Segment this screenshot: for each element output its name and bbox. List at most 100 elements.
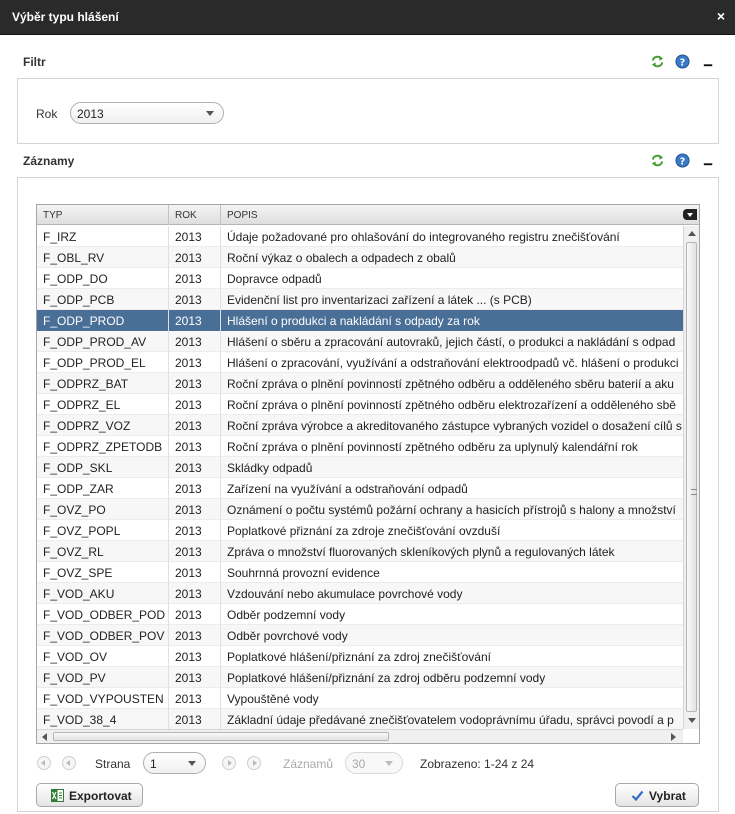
cell-typ: F_OBL_RV — [37, 247, 169, 268]
column-header-popis[interactable]: POPIS — [221, 205, 683, 225]
table-row[interactable]: F_OVZ_SPE 2013 Souhrnná provozní evidence — [37, 562, 683, 583]
table-row[interactable]: F_VOD_ODBER_POV 2013 Odběr povrchové vody — [37, 625, 683, 646]
cell-typ: F_VOD_AKU — [37, 583, 169, 604]
table-row[interactable]: F_ODP_PROD 2013 Hlášení o produkci a naklá… — [37, 310, 683, 331]
last-page-button[interactable] — [247, 756, 261, 770]
first-page-button[interactable] — [37, 756, 51, 770]
table-row[interactable]: F_ODP_ZAR 2013 Zařízení na využívání a ods… — [37, 478, 683, 499]
table-row[interactable]: F_VOD_38_4 2013 Základní údaje předávané z… — [37, 709, 683, 730]
cell-rok: 2013 — [169, 604, 221, 625]
cell-typ: F_ODP_PCB — [37, 289, 169, 310]
next-page-button[interactable] — [222, 756, 236, 770]
table-row[interactable]: F_ODPRZ_VOZ 2013 Roční zpráva výrobce a ak… — [37, 415, 683, 436]
table-row[interactable]: F_ODPRZ_EL 2013 Roční zpráva o plnění povi… — [37, 394, 683, 415]
displayed-count: Zobrazeno: 1-24 z 24 — [420, 757, 535, 771]
cell-typ: F_ODP_PROD_AV — [37, 331, 169, 352]
cell-rok: 2013 — [169, 646, 221, 667]
cell-typ: F_ODP_ZAR — [37, 478, 169, 499]
chevron-down-icon[interactable] — [206, 111, 214, 116]
rok-select-value: 2013 — [77, 107, 104, 121]
table-row[interactable]: F_ODP_PCB 2013 Evidenční list pro inventar… — [37, 289, 683, 310]
export-button-label: Exportovat — [69, 789, 132, 803]
export-button[interactable]: Exportovat — [36, 783, 143, 807]
minimize-icon[interactable] — [701, 54, 716, 69]
filter-panel: Rok 2013 — [17, 78, 719, 144]
vertical-scroll-thumb[interactable] — [686, 242, 697, 712]
last-page-icon — [253, 760, 257, 766]
grid-header: TYP ROK POPIS — [37, 205, 699, 225]
table-row[interactable]: F_OBL_RV 2013 Roční výkaz o obalech a odpa… — [37, 247, 683, 268]
excel-icon — [51, 789, 64, 802]
help-icon[interactable]: ? — [675, 54, 690, 69]
cell-popis: Roční zpráva výrobce a akreditovaného zá… — [227, 419, 682, 433]
cell-popis: Poplatkové přiznání za zdroje znečišťová… — [227, 524, 501, 538]
cell-popis: Roční zpráva o plnění povinností zpětnéh… — [227, 398, 676, 412]
select-button[interactable]: Vybrat — [615, 783, 699, 807]
table-row[interactable]: F_ODP_PROD_AV 2013 Hlášení o sběru a zprac… — [37, 331, 683, 352]
chevron-down-icon[interactable] — [188, 761, 196, 766]
scroll-down-icon[interactable] — [688, 718, 696, 723]
cell-popis: Poplatkové hlášení/přiznání za zdroj zne… — [227, 650, 491, 664]
cell-popis: Souhrnná provozní evidence — [227, 566, 380, 580]
table-row[interactable]: F_VOD_ODBER_POD 2013 Odběr podzemní vody — [37, 604, 683, 625]
horizontal-scroll-thumb[interactable] — [53, 732, 389, 741]
page-input[interactable]: 1 — [143, 752, 206, 774]
chevron-down-icon[interactable] — [385, 761, 393, 766]
cell-typ: F_VOD_OV — [37, 646, 169, 667]
cell-popis: Skládky odpadů — [227, 461, 313, 475]
page-label: Strana — [95, 757, 131, 771]
filter-header: Filtr ? — [17, 51, 719, 73]
table-row[interactable]: F_ODP_PROD_EL 2013 Hlášení o zpracování, v… — [37, 352, 683, 373]
cell-rok: 2013 — [169, 310, 221, 331]
help-icon[interactable]: ? — [675, 153, 690, 168]
cell-typ: F_OVZ_SPE — [37, 562, 169, 583]
scroll-right-icon[interactable] — [671, 733, 676, 741]
scroll-up-icon[interactable] — [688, 231, 696, 236]
cell-popis: Hlášení o zpracování, využívání a odstra… — [227, 356, 679, 370]
cell-typ: F_VOD_ODBER_POV — [37, 625, 169, 646]
cell-popis: Údaje požadované pro ohlašování do integ… — [227, 230, 620, 244]
column-header-typ[interactable]: TYP — [37, 205, 169, 225]
cell-popis: Odběr podzemní vody — [227, 608, 346, 622]
next-page-icon — [228, 760, 232, 766]
cell-typ: F_ODP_DO — [37, 268, 169, 289]
cell-typ: F_ODPRZ_ZPETODB — [37, 436, 169, 457]
table-row[interactable]: F_ODP_DO 2013 Dopravce odpadů — [37, 268, 683, 289]
svg-text:?: ? — [680, 156, 685, 167]
rok-label: Rok — [36, 107, 58, 121]
vertical-scrollbar[interactable] — [683, 226, 699, 729]
records-per-page-select[interactable]: 30 — [345, 752, 403, 774]
cell-rok: 2013 — [169, 352, 221, 373]
cell-typ: F_OVZ_RL — [37, 541, 169, 562]
column-menu-icon[interactable] — [683, 209, 697, 220]
cell-rok: 2013 — [169, 541, 221, 562]
column-header-rok[interactable]: ROK — [169, 205, 221, 225]
table-row[interactable]: F_ODPRZ_ZPETODB 2013 Roční zpráva o plnění… — [37, 436, 683, 457]
table-row[interactable]: F_VOD_PV 2013 Poplatkové hlášení/přiznání … — [37, 667, 683, 688]
refresh-icon[interactable] — [650, 153, 665, 168]
cell-rok: 2013 — [169, 226, 221, 247]
horizontal-scrollbar[interactable] — [37, 729, 683, 743]
cell-rok: 2013 — [169, 415, 221, 436]
prev-page-button[interactable] — [62, 756, 76, 770]
table-row[interactable]: F_VOD_OV 2013 Poplatkové hlášení/přiznání … — [37, 646, 683, 667]
table-row[interactable]: F_OVZ_POPL 2013 Poplatkové přiznání za zdr… — [37, 520, 683, 541]
table-row[interactable]: F_OVZ_PO 2013 Oznámení o počtu systémů pož… — [37, 499, 683, 520]
refresh-icon[interactable] — [650, 54, 665, 69]
svg-text:?: ? — [680, 57, 685, 68]
close-icon[interactable]: × — [717, 8, 725, 24]
scroll-left-icon[interactable] — [42, 733, 47, 741]
rok-select[interactable]: 2013 — [70, 102, 224, 124]
cell-popis: Oznámení o počtu systémů požární ochrany… — [227, 503, 676, 517]
table-row[interactable]: F_ODP_SKL 2013 Skládky odpadů — [37, 457, 683, 478]
table-row[interactable]: F_IRZ 2013 Údaje požadované pro ohlašování… — [37, 226, 683, 247]
minimize-icon[interactable] — [701, 153, 716, 168]
table-row[interactable]: F_ODPRZ_BAT 2013 Roční zpráva o plnění pov… — [37, 373, 683, 394]
cell-typ: F_ODPRZ_BAT — [37, 373, 169, 394]
cell-popis: Roční zpráva o plnění povinností zpětnéh… — [227, 377, 674, 391]
table-row[interactable]: F_OVZ_RL 2013 Zpráva o množství fluorovaný… — [37, 541, 683, 562]
cell-rok: 2013 — [169, 457, 221, 478]
table-row[interactable]: F_VOD_VYPOUSTEN 2013 Vypouštěné vody — [37, 688, 683, 709]
table-row[interactable]: F_VOD_AKU 2013 Vzdouvání nebo akumulace po… — [37, 583, 683, 604]
cell-rok: 2013 — [169, 709, 221, 730]
